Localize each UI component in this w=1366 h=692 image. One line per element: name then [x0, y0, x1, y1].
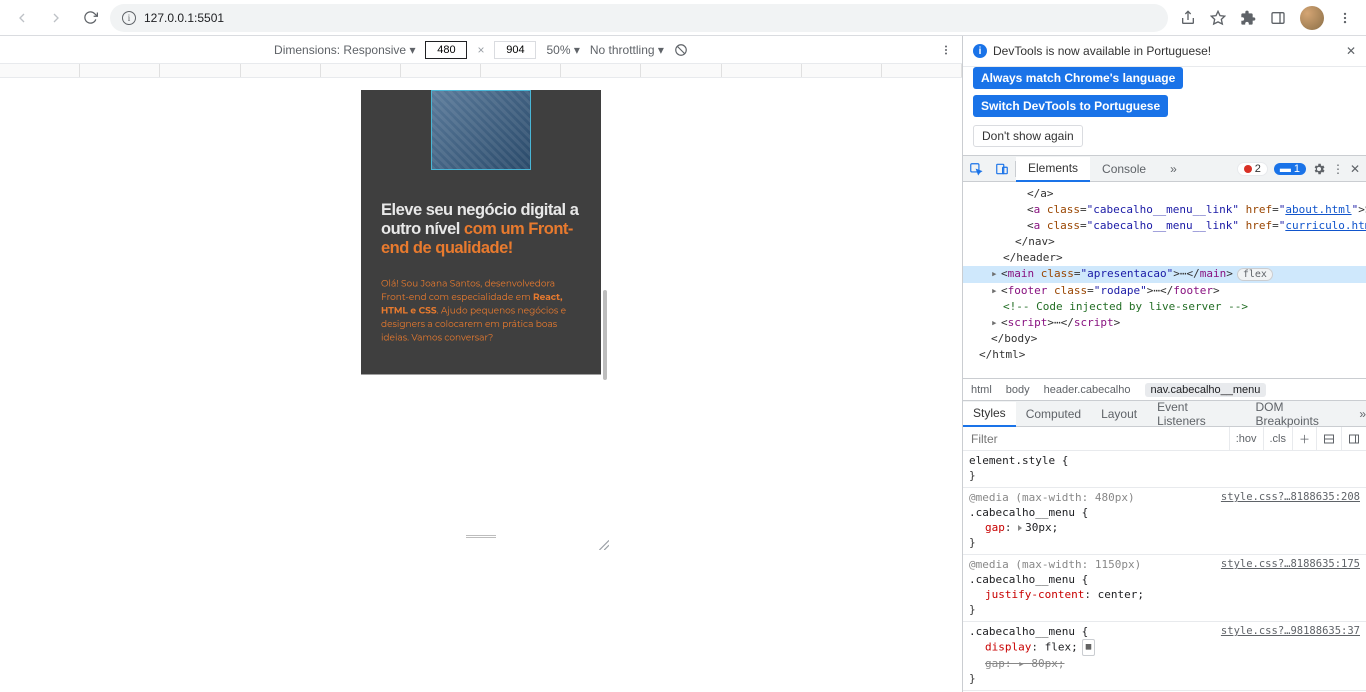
crumb-body[interactable]: body: [1006, 384, 1030, 396]
source-link[interactable]: style.css?…8188635:208: [1221, 490, 1360, 505]
settings-icon[interactable]: [1312, 162, 1326, 176]
device-viewport[interactable]: Eleve seu negócio digital a outro nível …: [361, 90, 601, 542]
styles-tabs: Styles Computed Layout Event Listeners D…: [963, 400, 1366, 427]
styles-body[interactable]: element.style { } style.css?…8188635:208…: [963, 451, 1366, 692]
source-link[interactable]: style.css?…8188635:175: [1221, 557, 1360, 572]
profile-avatar[interactable]: [1300, 6, 1324, 30]
tab-elements[interactable]: Elements: [1016, 157, 1090, 182]
bookmark-icon[interactable]: [1210, 10, 1226, 26]
zoom-dropdown[interactable]: 50% ▾: [546, 43, 579, 57]
tab-console[interactable]: Console: [1090, 156, 1158, 181]
crumb-html[interactable]: html: [971, 384, 992, 396]
page-heading: Eleve seu negócio digital a outro nível …: [381, 200, 581, 257]
devtools-panel: i DevTools is now available in Portugues…: [962, 36, 1366, 692]
breadcrumb[interactable]: html body header.cabecalho nav.cabecalho…: [963, 378, 1366, 400]
share-icon[interactable]: [1180, 10, 1196, 26]
issue-count-badge[interactable]: ▬ 1: [1274, 163, 1306, 175]
browser-toolbar: i 127.0.0.1:5501: [0, 0, 1366, 36]
device-toolbar: Dimensions: Responsive ▾ × 50% ▾ No thro…: [0, 36, 962, 64]
error-count-badge[interactable]: 2: [1237, 162, 1268, 176]
sidebar-toggle-icon[interactable]: [1341, 427, 1366, 450]
tab-event-listeners[interactable]: Event Listeners: [1147, 401, 1245, 426]
ruler: [0, 64, 962, 78]
device-menu-icon[interactable]: [940, 44, 952, 56]
resize-handle-icon[interactable]: [597, 538, 609, 550]
devtools-tabs: Elements Console » 2 ▬ 1 ⋮ ✕: [963, 155, 1366, 182]
dom-tree[interactable]: </a> <a class="cabecalho__menu__link" hr…: [963, 182, 1366, 378]
reload-button[interactable]: [76, 4, 104, 32]
site-info-icon[interactable]: i: [122, 11, 136, 25]
info-icon: i: [973, 44, 987, 58]
dimension-separator: ×: [477, 43, 484, 57]
drag-handle-icon[interactable]: [466, 535, 496, 538]
device-mode-pane: Dimensions: Responsive ▾ × 50% ▾ No thro…: [0, 36, 962, 692]
match-language-button[interactable]: Always match Chrome's language: [973, 67, 1183, 89]
inspect-icon[interactable]: [963, 162, 989, 176]
side-panel-icon[interactable]: [1270, 10, 1286, 26]
viewport-scrollbar[interactable]: [603, 290, 607, 380]
tab-dom-breakpoints[interactable]: DOM Breakpoints: [1246, 401, 1356, 426]
devtools-menu-icon[interactable]: ⋮: [1332, 162, 1344, 176]
chrome-menu-icon[interactable]: [1338, 11, 1352, 25]
back-button[interactable]: [8, 4, 36, 32]
url-text: 127.0.0.1:5501: [144, 11, 224, 25]
tab-computed[interactable]: Computed: [1016, 401, 1091, 426]
height-input[interactable]: [494, 41, 536, 59]
styles-overflow-icon[interactable]: »: [1359, 407, 1366, 421]
throttling-dropdown[interactable]: No throttling ▾: [590, 43, 664, 57]
width-input[interactable]: [425, 41, 467, 59]
styles-filter-input[interactable]: [963, 432, 1229, 446]
rotate-icon[interactable]: [674, 43, 688, 57]
device-toggle-icon[interactable]: [989, 162, 1015, 176]
extensions-icon[interactable]: [1240, 10, 1256, 26]
hov-toggle[interactable]: :hov: [1229, 427, 1263, 450]
tabs-overflow-icon[interactable]: »: [1158, 156, 1189, 181]
hero-image: [431, 90, 531, 170]
tab-styles[interactable]: Styles: [963, 402, 1016, 427]
dont-show-button[interactable]: Don't show again: [973, 125, 1083, 147]
switch-language-button[interactable]: Switch DevTools to Portuguese: [973, 95, 1168, 117]
devtools-close-icon[interactable]: ✕: [1350, 162, 1360, 176]
page-intro: Olá! Sou Joana Santos, desenvolvedora Fr…: [381, 277, 581, 345]
forward-button[interactable]: [42, 4, 70, 32]
new-rule-icon[interactable]: ＋: [1292, 427, 1316, 450]
address-bar[interactable]: i 127.0.0.1:5501: [110, 4, 1168, 32]
crumb-nav[interactable]: nav.cabecalho__menu: [1145, 383, 1267, 397]
cls-toggle[interactable]: .cls: [1263, 427, 1293, 450]
crumb-header[interactable]: header.cabecalho: [1044, 384, 1131, 396]
tab-layout[interactable]: Layout: [1091, 401, 1147, 426]
computed-toggle-icon[interactable]: [1316, 427, 1341, 450]
source-link[interactable]: style.css?…98188635:37: [1221, 624, 1360, 639]
dimensions-dropdown[interactable]: Dimensions: Responsive ▾: [274, 43, 415, 57]
infobar-text: DevTools is now available in Portuguese!: [993, 44, 1211, 58]
devtools-infobar: i DevTools is now available in Portugues…: [963, 36, 1366, 67]
close-icon[interactable]: ✕: [1346, 44, 1356, 58]
selected-dom-node[interactable]: ▸<main class="apresentacao">⋯</main>flex: [963, 266, 1366, 283]
flex-badge-icon[interactable]: ▦: [1082, 639, 1095, 656]
